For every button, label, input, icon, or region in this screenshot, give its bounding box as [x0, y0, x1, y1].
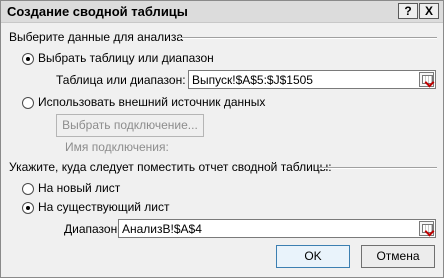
location-range-input[interactable]: АнализВ!$A$4 — [118, 219, 436, 238]
data-section-divider — [179, 37, 437, 39]
new-sheet-label[interactable]: На новый лист — [38, 181, 120, 195]
help-button[interactable]: ? — [398, 3, 418, 19]
select-table-radio[interactable] — [22, 53, 34, 65]
external-source-radio[interactable] — [22, 97, 34, 109]
external-source-label[interactable]: Использовать внешний источник данных — [38, 95, 265, 109]
location-section-divider — [319, 167, 437, 169]
create-pivot-table-dialog: Создание сводной таблицы ? X Выберите да… — [0, 0, 444, 278]
ok-button[interactable]: OK — [276, 245, 350, 268]
new-sheet-radio[interactable] — [22, 183, 34, 195]
data-section-title: Выберите данные для анализа — [9, 30, 184, 44]
table-range-value: Выпуск!$A$5:$J$1505 — [192, 73, 313, 87]
range-label: Таблица или диапазон: — [56, 73, 186, 87]
location-range-label: Диапазон: — [64, 222, 121, 236]
location-section-title: Укажите, куда следует поместить отчет св… — [9, 160, 332, 174]
cancel-button[interactable]: Отмена — [361, 245, 435, 268]
select-table-label[interactable]: Выбрать таблицу или диапазон — [38, 51, 214, 65]
location-picker-button[interactable] — [419, 221, 435, 237]
existing-sheet-radio[interactable] — [22, 202, 34, 214]
connection-name-label: Имя подключения: — [65, 140, 169, 154]
existing-sheet-label[interactable]: На существующий лист — [38, 200, 170, 214]
close-button[interactable]: X — [419, 3, 439, 19]
location-range-value: АнализВ!$A$4 — [122, 222, 202, 236]
range-picker-button[interactable] — [419, 72, 435, 88]
title-bar: Создание сводной таблицы ? X — [1, 1, 443, 23]
choose-connection-button[interactable]: Выбрать подключение... — [56, 114, 204, 137]
table-range-input[interactable]: Выпуск!$A$5:$J$1505 — [188, 70, 436, 89]
dialog-title: Создание сводной таблицы — [7, 4, 188, 19]
